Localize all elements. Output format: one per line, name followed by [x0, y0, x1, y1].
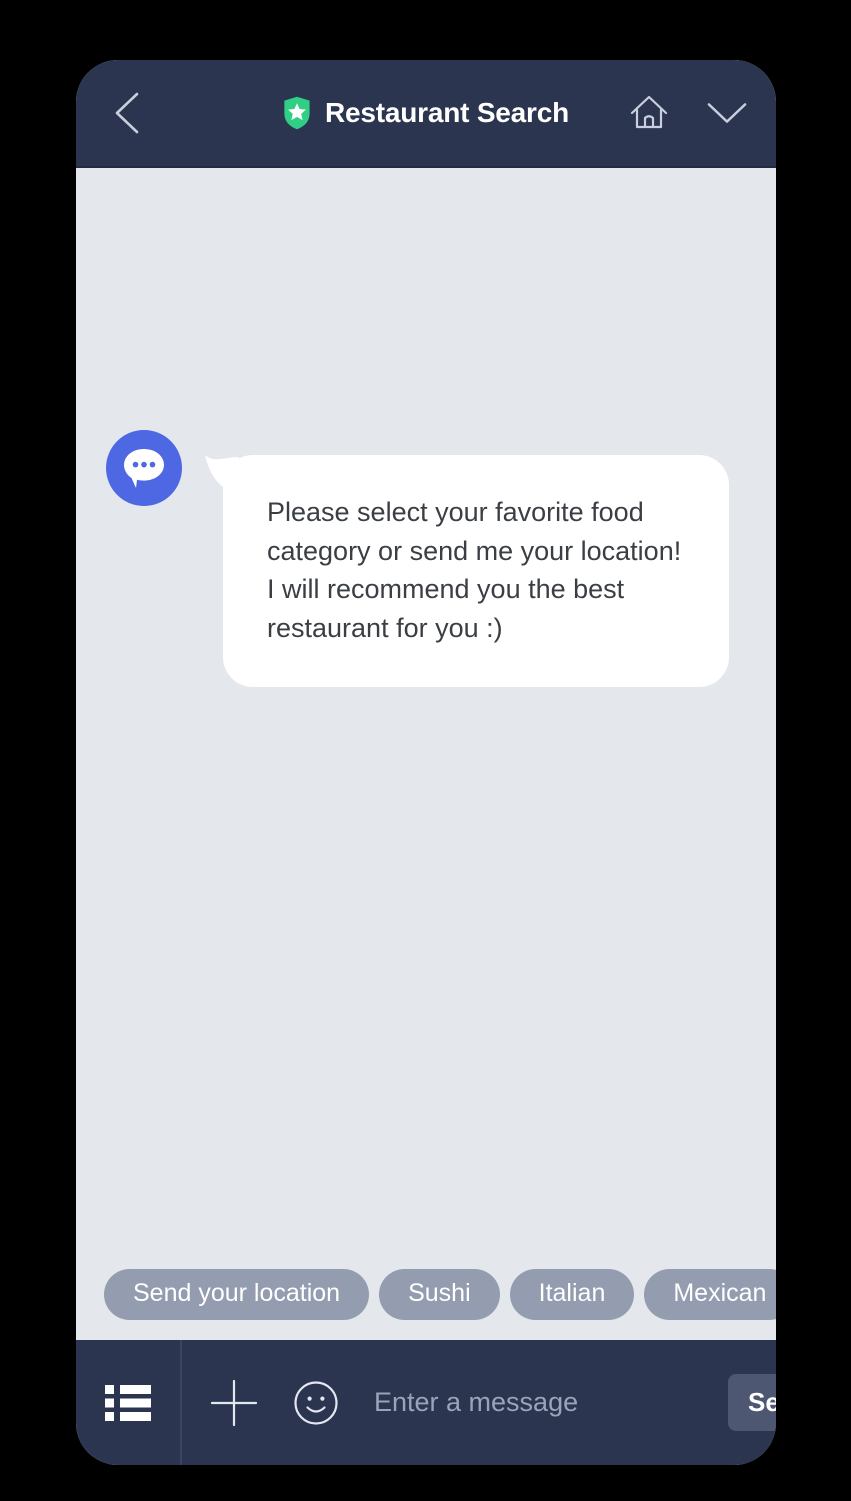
chat-bubble-dots-icon [124, 449, 164, 488]
back-button[interactable] [102, 88, 152, 138]
chevron-down-icon [707, 103, 747, 123]
message-composer-toolbar: Send [76, 1340, 776, 1465]
menu-button[interactable] [76, 1340, 180, 1465]
home-icon [630, 95, 668, 129]
message-input[interactable] [374, 1387, 728, 1418]
bot-message-bubble: Please select your favorite food categor… [223, 455, 729, 687]
list-menu-icon [105, 1384, 151, 1421]
send-button[interactable]: Send [728, 1374, 776, 1431]
quick-reply-chip[interactable]: Sushi [379, 1269, 500, 1320]
avatar [106, 430, 182, 506]
header-title-group: Restaurant Search [283, 96, 569, 130]
chevron-left-icon [115, 92, 139, 134]
plus-icon [210, 1379, 258, 1426]
quick-reply-chip[interactable]: Mexican [644, 1269, 776, 1320]
chat-message-area: Please select your favorite food categor… [76, 168, 776, 1340]
message-bubble-wrapper: Please select your favorite food categor… [205, 455, 729, 687]
bot-message-row: Please select your favorite food categor… [106, 423, 729, 687]
smiley-icon [294, 1380, 338, 1425]
home-button[interactable] [628, 92, 670, 134]
shield-star-icon [284, 96, 310, 130]
toolbar-divider [180, 1340, 182, 1465]
header-actions [628, 92, 748, 134]
phone-frame: Restaurant Search Please select your fav… [76, 60, 776, 1465]
app-header: Restaurant Search [76, 60, 776, 168]
attach-button[interactable] [196, 1365, 272, 1441]
quick-reply-chip[interactable]: Italian [509, 1269, 635, 1320]
collapse-button[interactable] [706, 92, 748, 134]
page-title: Restaurant Search [324, 97, 570, 128]
bot-message-text: Please select your favorite food categor… [267, 497, 682, 643]
emoji-button[interactable] [278, 1365, 354, 1441]
quick-reply-bar: Send your location Sushi Italian Mexican [104, 1269, 776, 1320]
quick-reply-chip[interactable]: Send your location [104, 1269, 370, 1320]
